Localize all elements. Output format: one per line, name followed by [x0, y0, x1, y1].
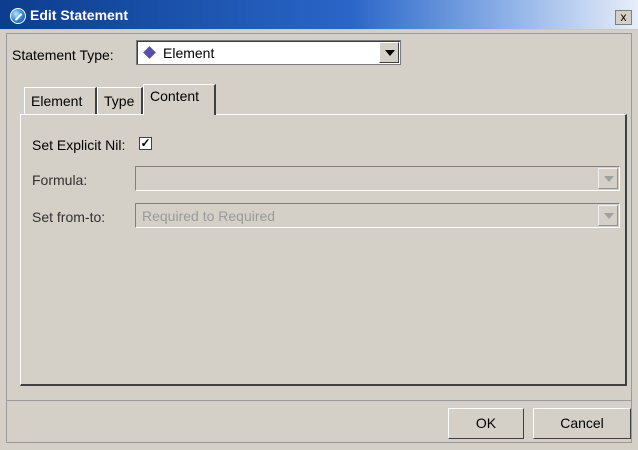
set-from-to-dropdown[interactable]: Required to Required	[135, 203, 620, 228]
tab-type[interactable]: Type	[97, 87, 143, 114]
formula-dropdown[interactable]	[135, 166, 620, 191]
ok-button[interactable]: OK	[448, 408, 524, 439]
statement-type-dropdown[interactable]: Element	[136, 40, 401, 65]
set-from-to-dropdown-button[interactable]	[598, 205, 618, 226]
checkmark-icon: ✓	[140, 136, 151, 150]
chevron-down-icon	[604, 213, 614, 219]
close-button[interactable]: x	[615, 10, 632, 25]
statement-type-value: Element	[163, 45, 215, 61]
explicit-nil-checkbox[interactable]: ✓	[139, 137, 152, 150]
footer-divider	[7, 400, 631, 401]
statement-type-dropdown-button[interactable]	[379, 42, 399, 63]
cancel-button[interactable]: Cancel	[533, 408, 631, 439]
chevron-down-icon	[385, 50, 395, 56]
explicit-nil-label: Set Explicit Nil:	[32, 137, 126, 153]
statement-type-label: Statement Type:	[12, 47, 114, 63]
title-bar: Edit Statement x	[0, 0, 638, 30]
set-from-to-value: Required to Required	[142, 208, 276, 224]
tab-element[interactable]: Element	[24, 87, 97, 114]
window-title: Edit Statement	[30, 7, 129, 23]
set-from-to-label: Set from-to:	[32, 209, 106, 225]
tab-content[interactable]: Content	[143, 84, 216, 115]
diamond-icon	[143, 46, 156, 59]
chevron-down-icon	[604, 176, 614, 182]
formula-dropdown-button[interactable]	[598, 168, 618, 189]
formula-label: Formula:	[32, 172, 88, 188]
app-globe-icon	[10, 8, 26, 24]
content-tab-panel	[20, 114, 627, 386]
